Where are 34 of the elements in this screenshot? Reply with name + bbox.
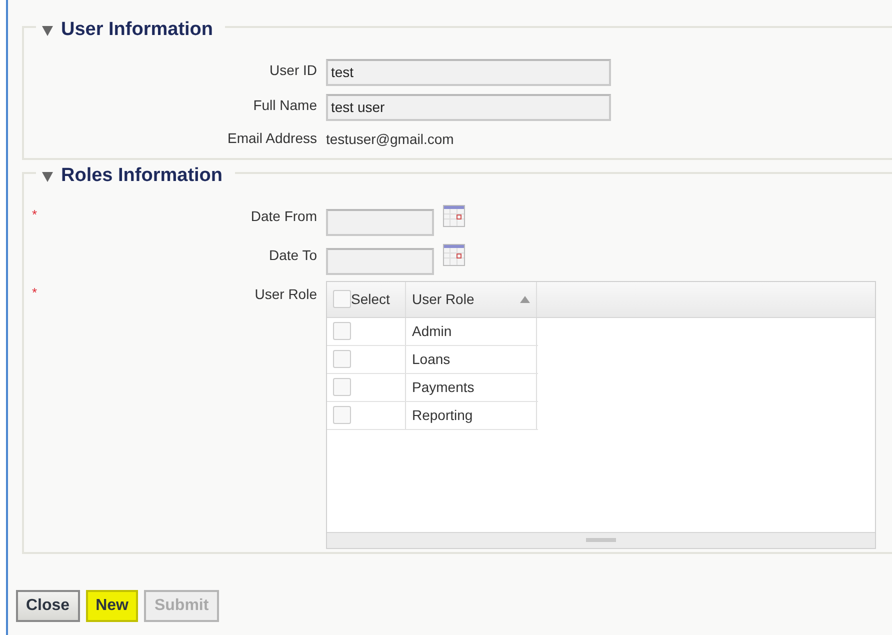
scrollbar[interactable] — [327, 532, 875, 548]
action-button[interactable]: Close — [16, 590, 80, 622]
field-label: Full Name — [253, 96, 317, 114]
text-field[interactable]: test user — [326, 94, 611, 120]
collapse-icon[interactable] — [42, 170, 53, 182]
date-field[interactable] — [326, 248, 434, 274]
field-label: User ID — [270, 60, 317, 80]
calendar-icon[interactable] — [443, 244, 465, 266]
section-title: User Information — [61, 18, 214, 42]
checkbox[interactable] — [333, 322, 351, 340]
required-marker: * — [32, 284, 38, 300]
section-title: Roles Information — [61, 164, 223, 188]
calendar-icon[interactable] — [443, 204, 465, 226]
action-button[interactable]: New — [86, 590, 138, 622]
column-header: User Role — [412, 290, 474, 308]
checkbox[interactable] — [333, 350, 351, 368]
text-field[interactable]: test — [326, 58, 611, 86]
field-label: Date To — [269, 246, 317, 264]
collapse-icon[interactable] — [42, 24, 53, 36]
checkbox[interactable] — [333, 406, 351, 424]
column-header: Select — [351, 290, 390, 308]
field-label: Email Address — [228, 128, 317, 146]
table-cell-text: Reporting — [412, 406, 473, 425]
sort-icon[interactable] — [520, 296, 530, 302]
checkbox[interactable] — [333, 378, 351, 396]
required-marker: * — [32, 206, 38, 222]
date-field[interactable] — [326, 208, 434, 236]
field-label: User Role — [254, 284, 317, 304]
field-label: Date From — [250, 206, 317, 226]
email-text: testuser@gmail.com — [326, 130, 454, 149]
table-cell-text: Admin — [412, 322, 452, 340]
table-cell-text: Payments — [412, 378, 474, 397]
table-cell-text: Loans — [412, 350, 450, 368]
checkbox[interactable] — [333, 290, 351, 308]
